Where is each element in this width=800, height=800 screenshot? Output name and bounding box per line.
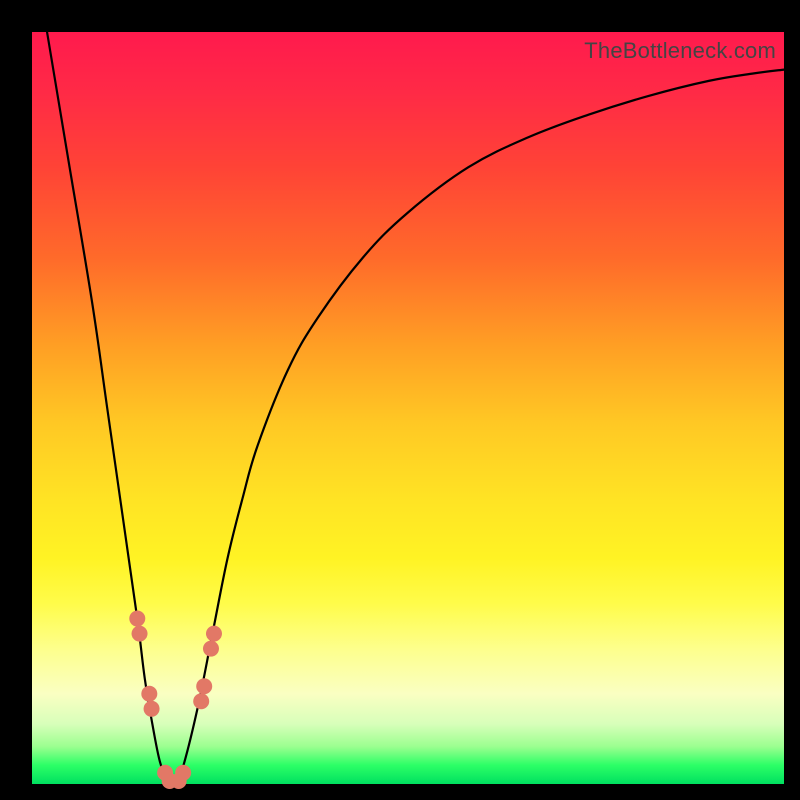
data-marker (132, 626, 148, 642)
plot-area: TheBottleneck.com (32, 32, 784, 784)
marker-group (129, 611, 222, 789)
data-marker (193, 693, 209, 709)
data-marker (144, 701, 160, 717)
bottleneck-curve (47, 32, 784, 785)
data-marker (141, 686, 157, 702)
data-marker (175, 765, 191, 781)
chart-svg (32, 32, 784, 784)
data-marker (129, 611, 145, 627)
data-marker (196, 678, 212, 694)
data-marker (206, 626, 222, 642)
data-marker (203, 641, 219, 657)
chart-frame: TheBottleneck.com (0, 0, 800, 800)
